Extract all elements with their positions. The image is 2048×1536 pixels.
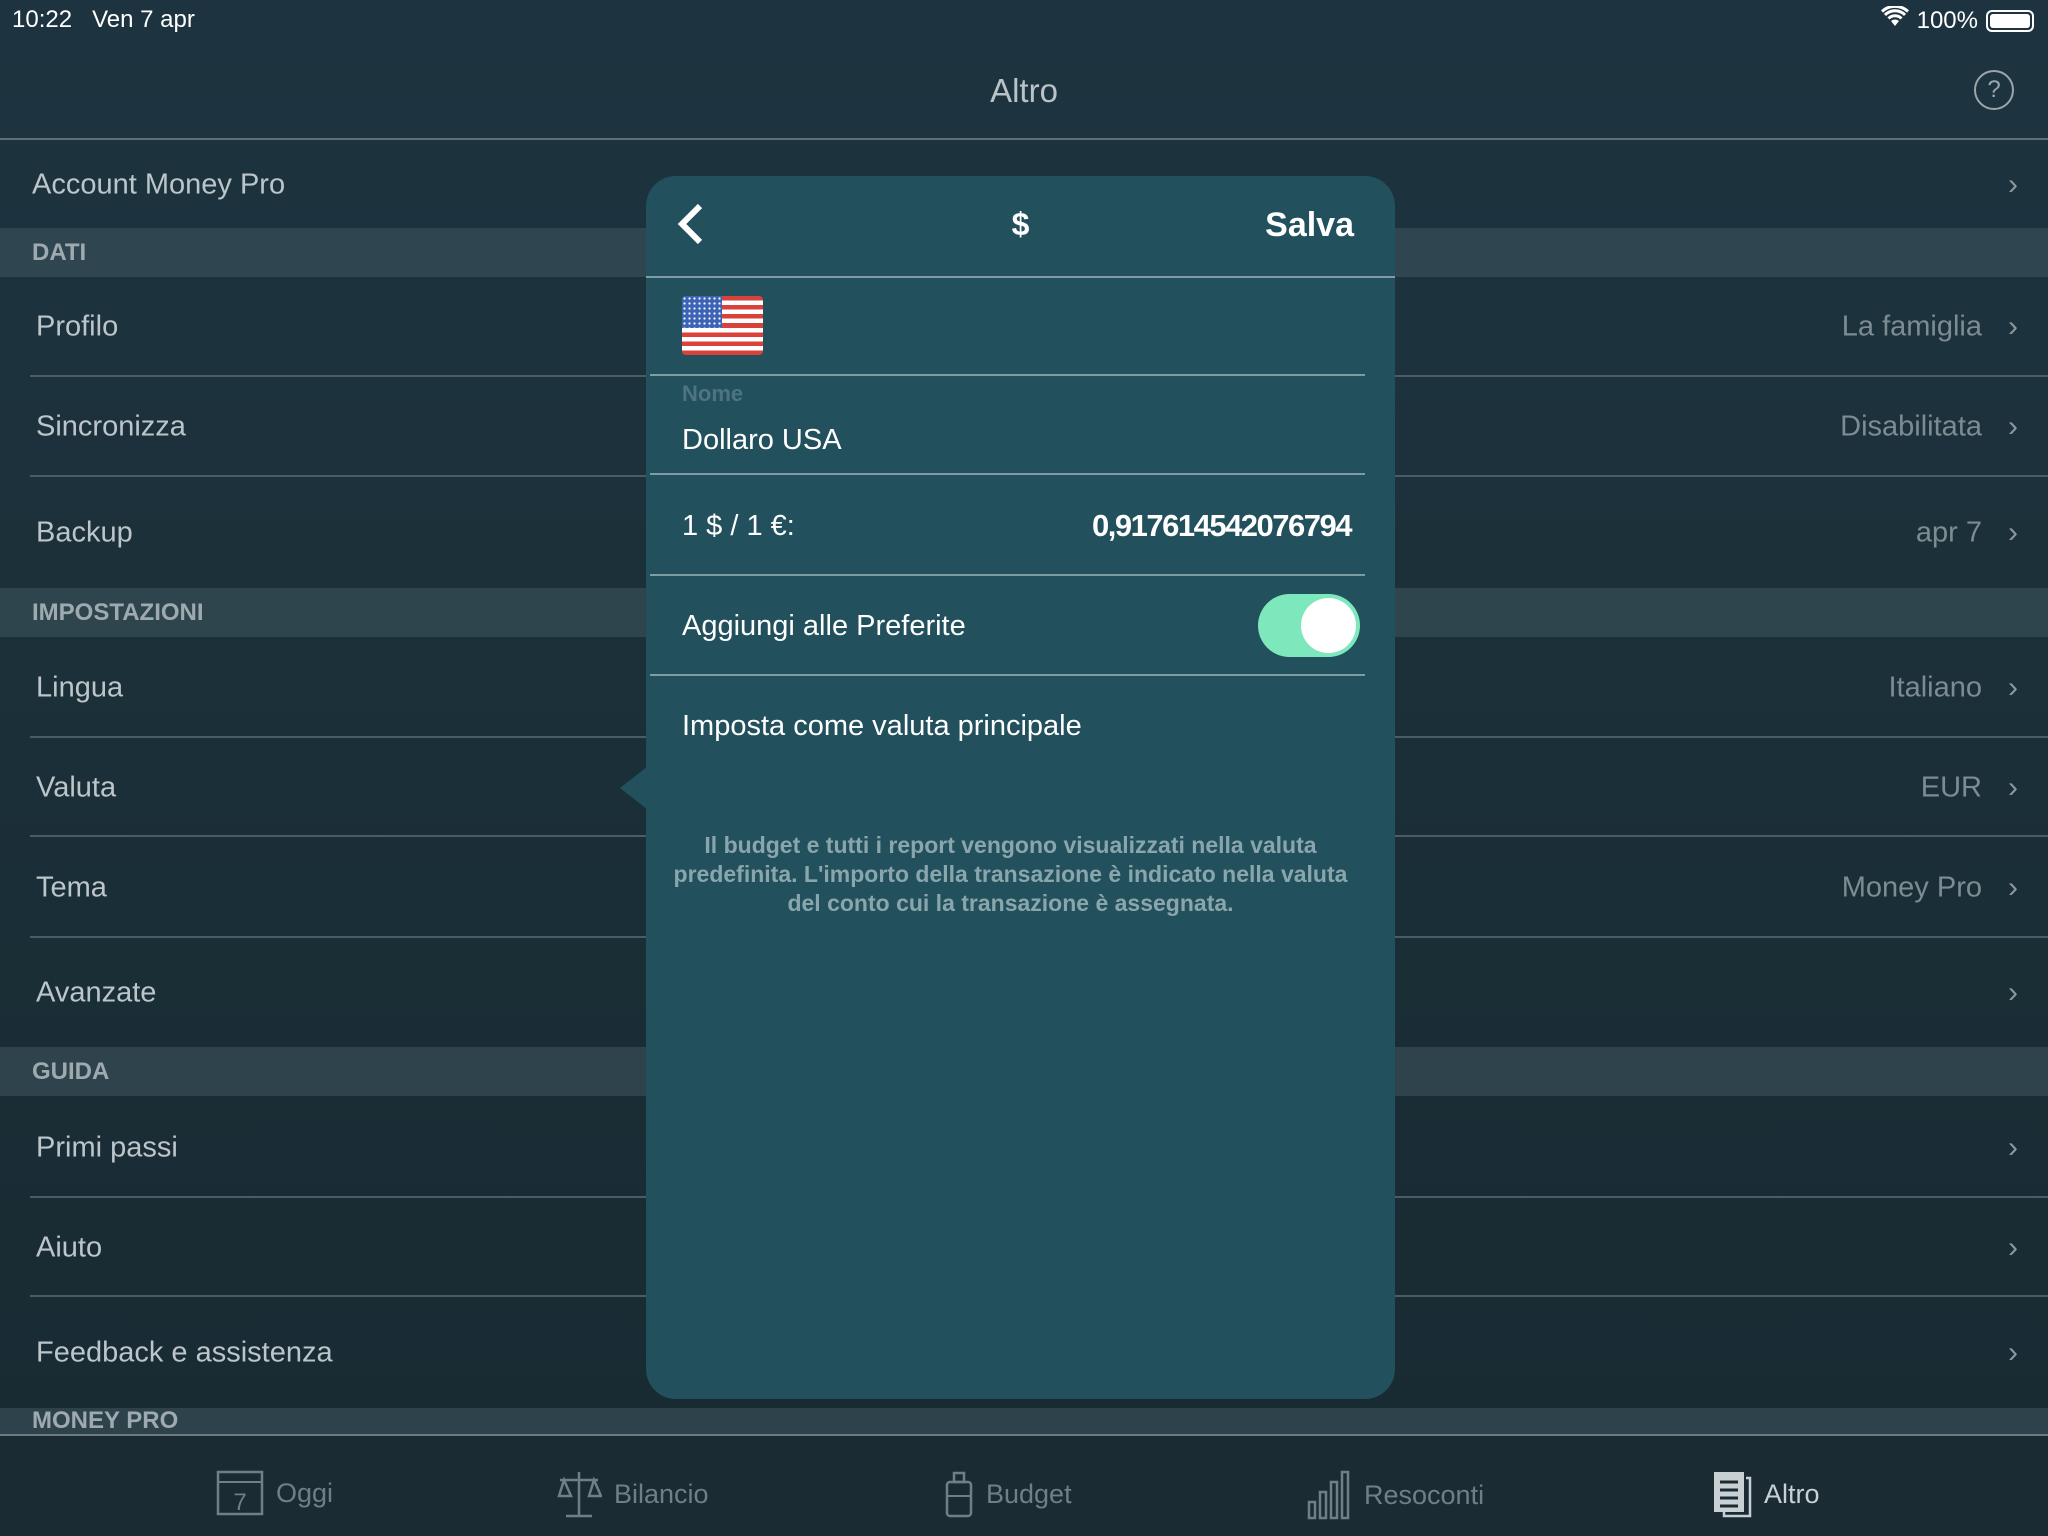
info-note: Il budget e tutti i report vengono visua… — [673, 832, 1348, 916]
time: 10:22 — [12, 6, 73, 33]
chevron-right-icon: › — [2008, 975, 2018, 1009]
nav-bar: Altro ? — [0, 40, 2048, 140]
battery-icon — [1986, 9, 2034, 32]
row-value: Italiano — [1888, 671, 1982, 703]
chevron-right-icon: › — [2008, 870, 2018, 904]
row-value: Money Pro — [1841, 871, 1982, 903]
favorite-toggle[interactable] — [1258, 594, 1360, 657]
bar-chart-icon — [1307, 1470, 1350, 1520]
set-main-currency-button[interactable]: Imposta come valuta principale — [682, 710, 1082, 743]
jar-icon — [945, 1471, 973, 1518]
row-label: Profilo — [36, 310, 119, 343]
chevron-right-icon: › — [2008, 1230, 2018, 1264]
row-value: Disabilitata — [1840, 410, 1982, 443]
rate-label: 1 $ / 1 €: — [682, 510, 795, 542]
section-header: MONEY PRO — [0, 1407, 2048, 1434]
us-flag-icon[interactable] — [682, 296, 763, 355]
date: Ven 7 apr — [92, 6, 195, 33]
help-button[interactable]: ? — [1974, 70, 2014, 110]
row-label: Aiuto — [36, 1231, 103, 1263]
chevron-right-icon: › — [2008, 515, 2018, 549]
name-label: Nome — [682, 381, 744, 406]
favorite-label: Aggiungi alle Preferite — [682, 610, 966, 642]
row-label: Sincronizza — [36, 410, 186, 443]
battery-percent: 100% — [1916, 6, 1978, 34]
tab-bar: 7 Oggi Bilancio Budget Resoconti Altro — [0, 1434, 2048, 1536]
section-title: MONEY PRO — [32, 1407, 179, 1434]
name-input[interactable]: Dollaro USA — [682, 424, 842, 457]
tab-altro[interactable]: Altro — [1712, 1470, 1820, 1518]
tab-budget[interactable]: Budget — [944, 1470, 1072, 1518]
rate-input[interactable]: 0,917614542076794 — [1092, 508, 1352, 544]
section-title: IMPOSTAZIONI — [32, 598, 204, 626]
chevron-right-icon: › — [2008, 1335, 2018, 1369]
page-title: Altro — [990, 72, 1058, 109]
row-label: Account Money Pro — [32, 168, 286, 200]
calendar-icon: 7 — [216, 1470, 264, 1516]
chevron-right-icon: › — [2008, 310, 2018, 343]
chevron-right-icon: › — [2008, 410, 2018, 443]
status-bar: 10:22 Ven 7 apr 100% — [0, 0, 2048, 40]
wifi-icon — [1880, 4, 1909, 35]
row-label: Valuta — [36, 771, 117, 803]
popover-arrow — [620, 766, 648, 810]
row-label: Primi passi — [36, 1131, 178, 1163]
row-value: La famiglia — [1841, 310, 1982, 343]
row-label: Backup — [36, 516, 133, 548]
row-label: Feedback e assistenza — [36, 1336, 333, 1368]
svg-text:7: 7 — [233, 1489, 246, 1516]
row-label: Tema — [36, 871, 107, 903]
currency-popover: $ Salva Nome Dollaro USA 1 $ / 1 €: 0,91… — [646, 176, 1395, 1399]
chevron-right-icon: › — [2008, 770, 2018, 804]
row-label: Avanzate — [36, 976, 157, 1008]
chevron-right-icon: › — [2008, 670, 2018, 704]
tab-resoconti[interactable]: Resoconti — [1306, 1470, 1484, 1520]
scale-icon — [557, 1472, 602, 1518]
chevron-right-icon: › — [2008, 1130, 2018, 1164]
tab-oggi[interactable]: 7 Oggi — [216, 1470, 333, 1516]
tab-bilancio[interactable]: Bilancio — [556, 1470, 709, 1518]
document-icon — [1714, 1472, 1752, 1518]
chevron-right-icon: › — [2008, 167, 2018, 201]
row-label: Lingua — [36, 671, 124, 703]
row-value: apr 7 — [1915, 516, 1982, 548]
row-value: EUR — [1920, 771, 1982, 803]
section-title: DATI — [32, 238, 87, 266]
section-title: GUIDA — [32, 1057, 110, 1085]
save-button[interactable]: Salva — [1265, 206, 1354, 245]
